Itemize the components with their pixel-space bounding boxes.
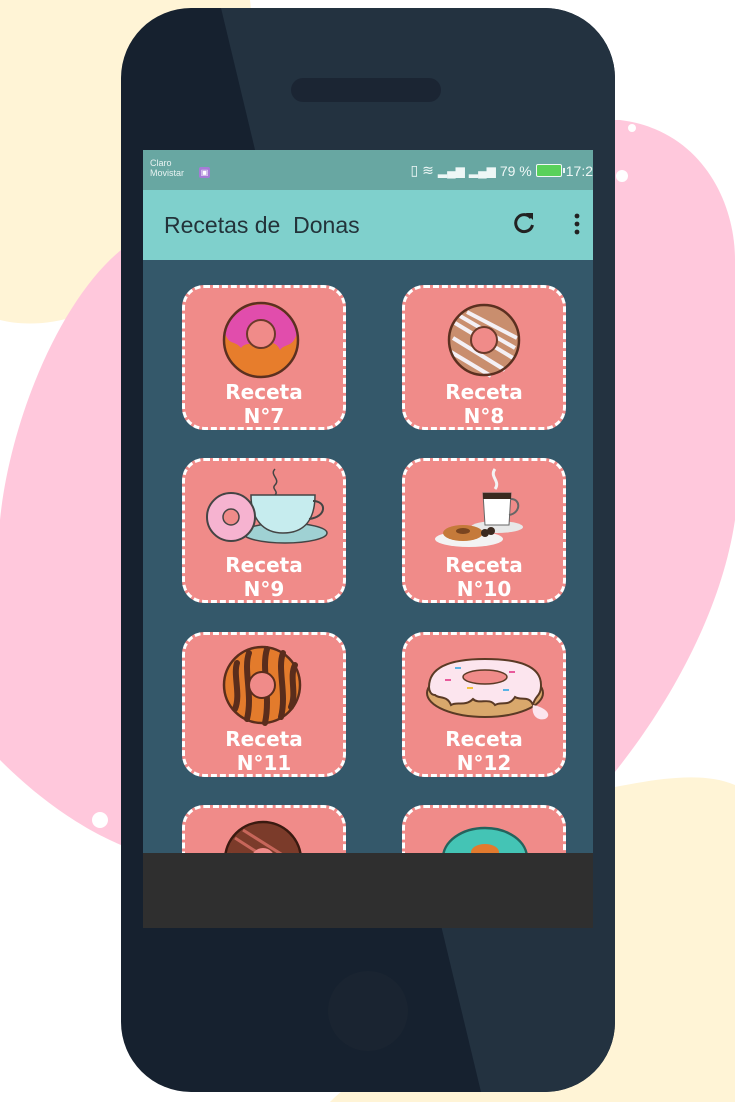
melting-donut-icon	[426, 657, 549, 720]
carrier-text: Claro Movistar	[150, 158, 185, 178]
status-bar: Claro Movistar ▣ ▯ ≋ ▂▄▆ ▂▄▆ 79 % 17:2	[143, 150, 593, 190]
battery-percent: 79 %	[499, 162, 532, 179]
card-label-number: N°12	[456, 751, 512, 775]
card-label-number: N°8	[463, 404, 505, 428]
signal-icon-2: ▂▄▆	[468, 163, 496, 178]
battery-icon	[535, 164, 565, 177]
card-label-receta: Receta	[225, 553, 303, 577]
more-vert-icon[interactable]	[573, 212, 581, 236]
phone-speaker	[291, 78, 441, 102]
vibrate-icon: ▯	[410, 162, 419, 178]
recipe-card-7[interactable]: Receta N°7	[182, 285, 346, 430]
card-label-number: N°7	[243, 404, 285, 428]
recipe-card-11[interactable]: Receta N°11	[182, 632, 346, 777]
card-label-receta: Receta	[445, 727, 523, 751]
recipe-grid: Receta N°7 Receta N°8 Receta N°9 Receta …	[143, 260, 593, 853]
recipe-card-10[interactable]: Receta N°10	[402, 458, 566, 603]
card-label-number: N°10	[456, 577, 512, 601]
donut-and-teacup-icon	[206, 468, 328, 544]
donut-icon	[222, 645, 302, 726]
refresh-icon[interactable]	[511, 210, 537, 236]
app-screen: Claro Movistar ▣ ▯ ≋ ▂▄▆ ▂▄▆ 79 % 17:2 R…	[143, 150, 593, 928]
app-title: Recetas de Donas	[164, 212, 360, 238]
wifi-icon: ≋	[422, 162, 434, 178]
recipe-card-9[interactable]: Receta N°9	[182, 458, 346, 603]
status-indicators: ▯ ≋ ▂▄▆ ▂▄▆ 79 % 17:2	[410, 162, 593, 179]
card-label-receta: Receta	[225, 727, 303, 751]
donut-icon	[224, 820, 302, 853]
recipe-card-14[interactable]	[402, 805, 566, 853]
donut-icon	[222, 301, 300, 379]
coffee-and-donut-icon	[435, 468, 523, 547]
card-label-number: N°11	[236, 751, 292, 775]
recipe-card-8[interactable]: Receta N°8	[402, 285, 566, 430]
home-button[interactable]	[328, 971, 408, 1051]
phone-frame: Claro Movistar ▣ ▯ ≋ ▂▄▆ ▂▄▆ 79 % 17:2 R…	[121, 8, 615, 1092]
donut-icon	[442, 826, 528, 853]
card-label-receta: Receta	[225, 380, 303, 404]
gallery-notification-icon: ▣	[199, 167, 210, 178]
app-toolbar: Recetas de Donas	[143, 190, 593, 260]
recipe-card-13[interactable]	[182, 805, 346, 853]
navigation-bar	[143, 853, 593, 928]
card-label-number: N°9	[243, 577, 285, 601]
card-label-receta: Receta	[445, 380, 523, 404]
recipe-card-12[interactable]: Receta N°12	[402, 632, 566, 777]
signal-icon: ▂▄▆	[437, 163, 465, 178]
donut-icon	[447, 303, 521, 378]
clock: 17:2	[565, 162, 593, 179]
card-label-receta: Receta	[445, 553, 523, 577]
